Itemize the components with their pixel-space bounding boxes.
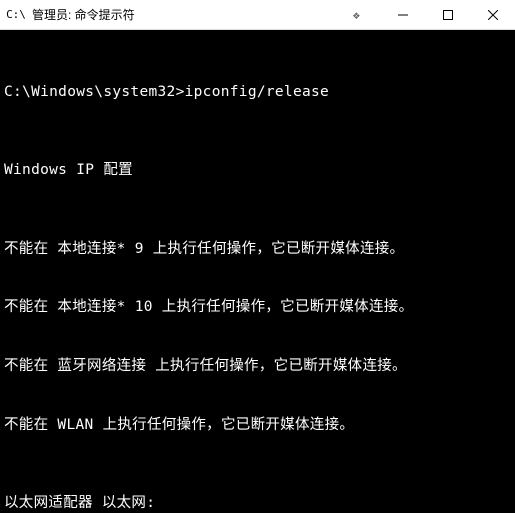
close-button[interactable] bbox=[470, 0, 515, 29]
titlebar: C:\ 管理员: 命令提示符 ❖ bbox=[0, 0, 515, 30]
terminal-output[interactable]: C:\Windows\system32>ipconfig/release Win… bbox=[0, 30, 515, 513]
adapter-header-ethernet: 以太网适配器 以太网: bbox=[4, 494, 511, 513]
error-line: 不能在 WLAN 上执行任何操作，它已断开媒体连接。 bbox=[4, 416, 511, 436]
app-icon: C:\ bbox=[8, 7, 24, 23]
command-prompt-window: C:\ 管理员: 命令提示符 ❖ C:\Windows\system32>ipc… bbox=[0, 0, 515, 513]
window-title: 管理员: 命令提示符 bbox=[32, 6, 333, 23]
error-line: 不能在 本地连接* 9 上执行任何操作，它已断开媒体连接。 bbox=[4, 240, 511, 260]
window-controls bbox=[380, 0, 515, 29]
maximize-icon bbox=[443, 10, 453, 20]
prompt-line: C:\Windows\system32>ipconfig/release bbox=[4, 83, 511, 103]
error-line: 不能在 蓝牙网络连接 上执行任何操作，它已断开媒体连接。 bbox=[4, 357, 511, 377]
config-header: Windows IP 配置 bbox=[4, 161, 511, 181]
prompt: C:\Windows\system32> bbox=[4, 84, 185, 100]
titlebar-marker: ❖ bbox=[353, 8, 360, 22]
error-line: 不能在 本地连接* 10 上执行任何操作，它已断开媒体连接。 bbox=[4, 298, 511, 318]
command: ipconfig/release bbox=[185, 84, 329, 100]
close-icon bbox=[488, 10, 498, 20]
maximize-button[interactable] bbox=[425, 0, 470, 29]
minimize-button[interactable] bbox=[380, 0, 425, 29]
minimize-icon bbox=[398, 10, 408, 20]
